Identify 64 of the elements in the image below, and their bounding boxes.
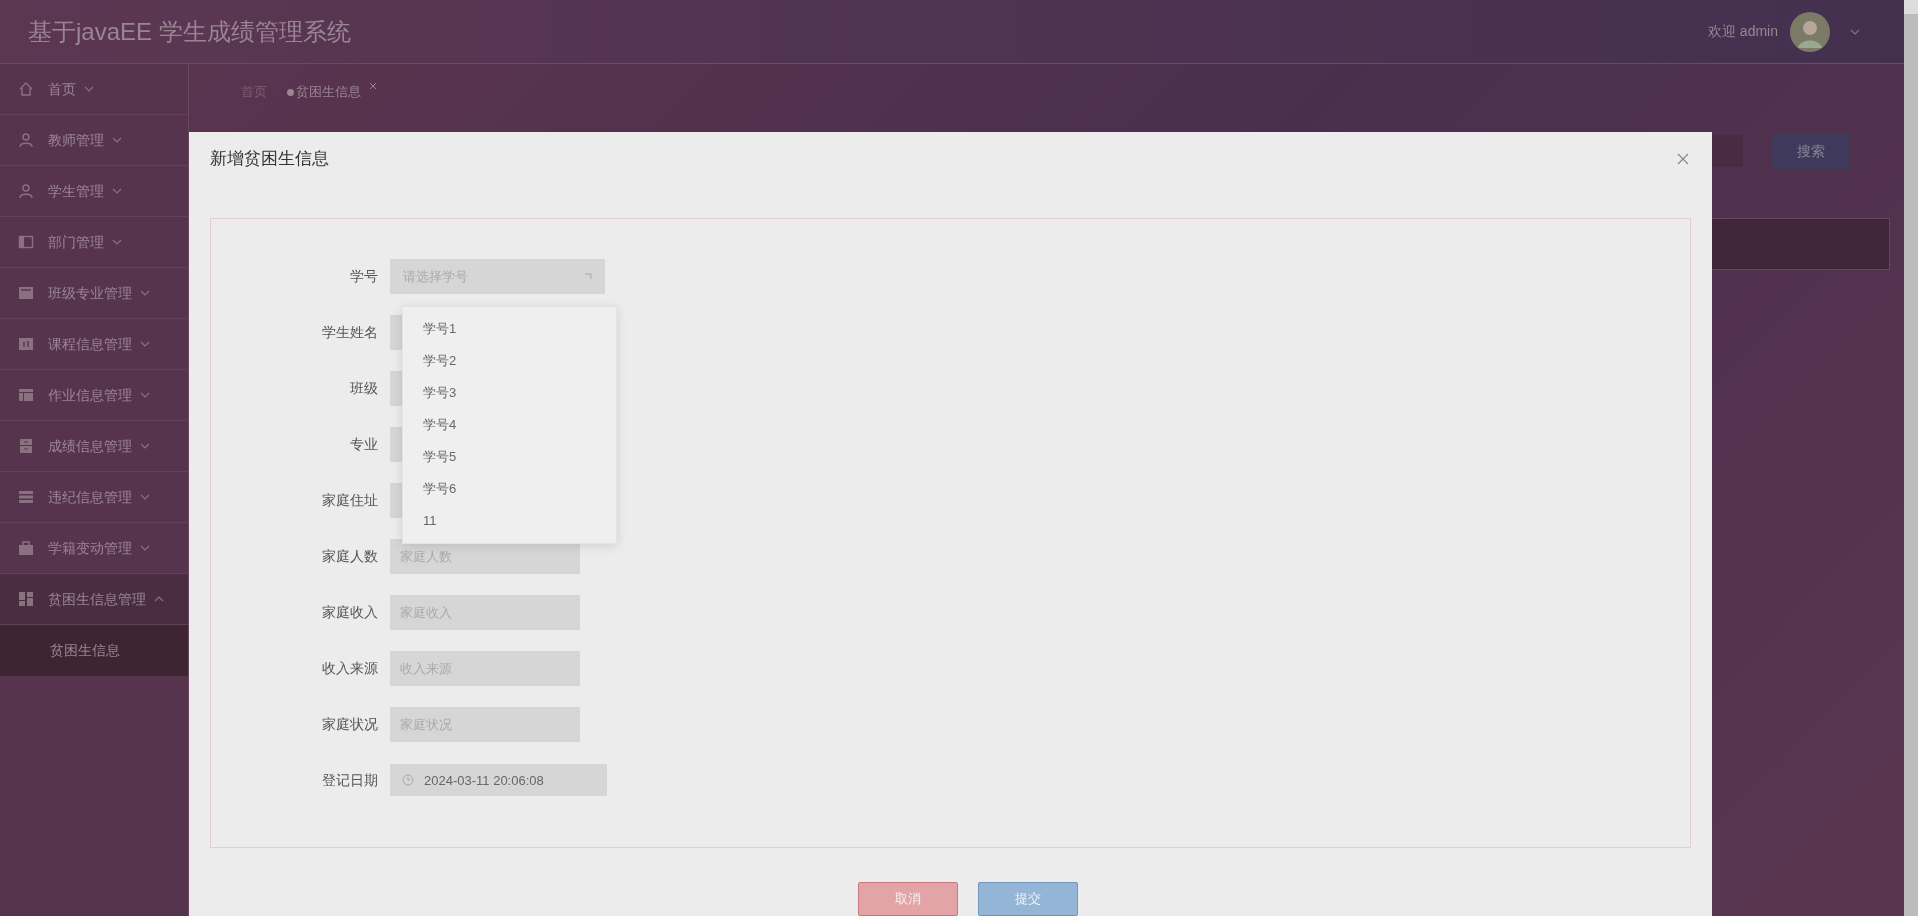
chevron-down-icon [140, 443, 150, 449]
chevron-down-icon [112, 188, 122, 194]
chevron-down-icon [112, 239, 122, 245]
dropdown-option[interactable]: 11 [403, 504, 616, 537]
search-button[interactable]: 搜索 [1772, 133, 1850, 169]
welcome-text: 欢迎 admin [1707, 22, 1778, 41]
layout-icon [18, 387, 34, 403]
chevron-up-icon [154, 596, 164, 602]
chevron-down-icon [140, 341, 150, 347]
chevron-down-icon [140, 494, 150, 500]
sidebar-item[interactable]: 教师管理 [0, 115, 188, 166]
close-icon[interactable] [369, 82, 377, 90]
chevron-down-icon [84, 86, 94, 92]
app-title: 基于javaEE 学生成绩管理系统 [28, 16, 351, 47]
field-label: 学生姓名 [321, 322, 379, 342]
chart-icon [18, 336, 34, 352]
dropdown-option[interactable]: 学号5 [403, 440, 616, 473]
chevron-down-icon [140, 392, 150, 398]
submit-button[interactable]: 提交 [977, 882, 1078, 916]
chevron-down-icon [112, 137, 122, 143]
sidebar-item[interactable]: 违纪信息管理 [0, 472, 188, 523]
field-label: 家庭收入 [321, 602, 379, 622]
close-icon[interactable] [1677, 152, 1689, 165]
sidebar-item[interactable]: 首页 [0, 64, 188, 115]
dashboard-icon [18, 591, 34, 607]
scrollbar[interactable] [1904, 0, 1918, 916]
field-label: 学号 [349, 266, 379, 286]
gift-icon [18, 540, 34, 556]
field-label: 家庭住址 [321, 490, 379, 510]
clock-icon [402, 774, 414, 787]
dropdown-option[interactable]: 学号1 [403, 312, 616, 345]
user-icon [18, 132, 34, 148]
field-label: 家庭状况 [321, 714, 379, 734]
field-label: 家庭人数 [321, 546, 379, 566]
dropdown-option[interactable]: 学号2 [403, 344, 616, 377]
field-label: 登记日期 [321, 770, 379, 790]
dropdown-option[interactable]: 学号6 [403, 472, 616, 505]
store-icon [18, 285, 34, 301]
dropdown-option[interactable]: 学号4 [403, 408, 616, 441]
chevron-down-icon [140, 545, 150, 551]
sidebar-subitem[interactable]: 贫困生信息 [0, 625, 188, 676]
sidebar-item[interactable]: 作业信息管理 [0, 370, 188, 421]
sidebar-item[interactable]: 班级专业管理 [0, 268, 188, 319]
dropdown-option[interactable]: 学号3 [403, 376, 616, 409]
sidebar-item[interactable]: 学生管理 [0, 166, 188, 217]
cancel-button[interactable]: 取消 [857, 882, 958, 916]
field-label: 收入来源 [321, 658, 379, 678]
field-label: 班级 [349, 378, 379, 398]
panel-icon [18, 234, 34, 250]
chevron-down-icon [1850, 28, 1860, 35]
list-icon [18, 489, 34, 505]
field-label: 专业 [349, 434, 379, 454]
dialog-title: 新增贫困生信息 [210, 148, 329, 171]
avatar[interactable] [1790, 11, 1830, 52]
chevron-down-icon [140, 290, 150, 296]
archive-icon [18, 438, 34, 454]
date-field[interactable]: 2024-03-11 20:06:08 [390, 764, 607, 797]
sidebar-item[interactable]: 部门管理 [0, 217, 188, 268]
home-icon [18, 81, 34, 97]
user-icon [18, 183, 34, 199]
sidebar-item[interactable]: 课程信息管理 [0, 319, 188, 370]
sidebar-item[interactable]: 成绩信息管理 [0, 421, 188, 472]
sidebar-item[interactable]: 贫困生信息管理 [0, 574, 188, 625]
breadcrumb-tab[interactable]: 贫困生信息 [287, 82, 377, 102]
